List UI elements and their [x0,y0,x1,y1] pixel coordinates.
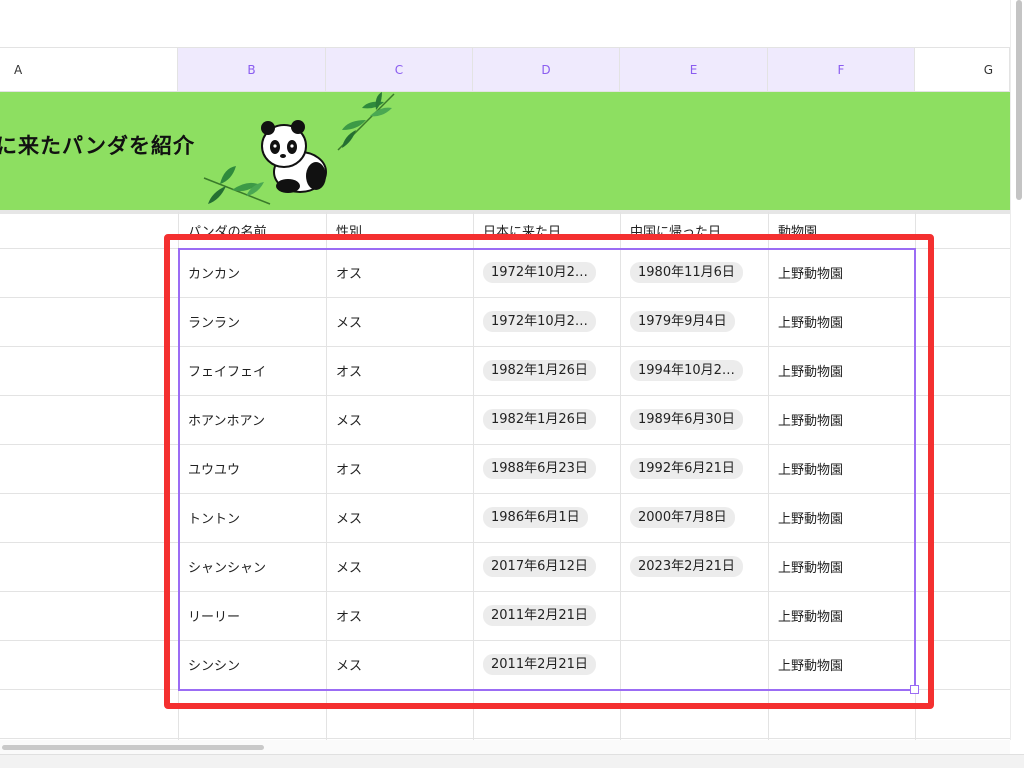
column-header-f[interactable]: F [768,48,915,92]
toolbar-area [0,0,1010,48]
horizontal-scrollbar-thumb[interactable] [2,745,264,750]
column-header-d[interactable]: D [473,48,620,92]
banner-title: に来たパンダを紹介 [0,134,196,158]
spreadsheet-app: ABCDEFG に来たパンダを紹介 パンダの名前 性別 日本に来た日 中国に帰っ… [0,0,1024,768]
column-header-a[interactable]: A [0,48,178,92]
column-header-c[interactable]: C [326,48,473,92]
status-bar [0,754,1024,768]
bamboo-leaves-icon [337,92,395,151]
vertical-scrollbar-thumb[interactable] [1016,0,1022,200]
column-header-b[interactable]: B [178,48,326,92]
column-header-e[interactable]: E [620,48,768,92]
bamboo-leaves-icon [203,166,271,205]
row-gridline [0,738,1010,739]
column-header-g[interactable]: G [915,48,1010,92]
annotation-highlight-box [164,234,934,709]
